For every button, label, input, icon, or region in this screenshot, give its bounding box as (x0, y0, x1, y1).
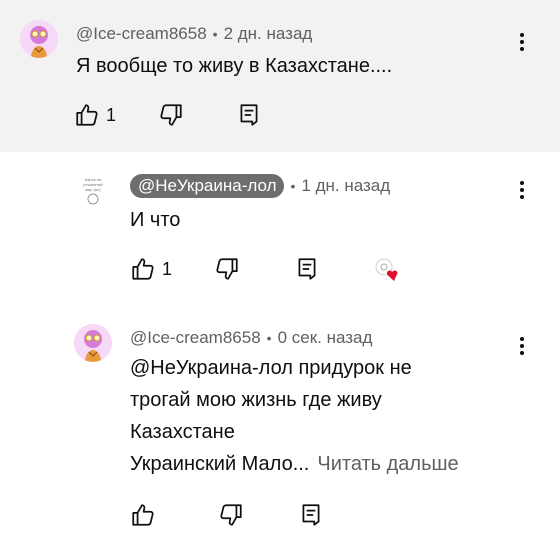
user-avatar[interactable] (20, 20, 58, 58)
creator-heart-badge (374, 256, 404, 286)
comment-meta: @НеУкраина-лол • 1 дн. назад (130, 174, 390, 198)
reply-button[interactable] (298, 502, 324, 528)
meta-separator: • (290, 178, 296, 194)
comment-time: 2 дн. назад (223, 24, 313, 43)
reply-item: Карта на решенный мир (не) @НеУкраина-ло… (0, 152, 560, 302)
comment-meta: @Ice-cream8658 • 0 сек. назад (130, 328, 372, 348)
reply-icon (294, 256, 320, 282)
thumbs-up-icon (130, 502, 156, 528)
thumbs-down-icon (158, 102, 184, 128)
comment-text: И что (130, 204, 180, 236)
meta-separator: • (266, 330, 272, 346)
like-count: 1 (162, 258, 173, 279)
reply-button[interactable] (294, 256, 320, 282)
thumbs-up-icon (130, 256, 156, 282)
avatar-text: мир (не) (85, 187, 101, 192)
comment-text-line: @НеУкраина-лол придурок не (130, 357, 412, 379)
comment-text: @НеУкраина-лол придурок не трогай мою жи… (130, 352, 459, 480)
comment-author[interactable]: @Ice-cream8658 (76, 24, 207, 44)
comment-actions: 1 (74, 102, 262, 128)
like-count: 1 (106, 104, 117, 125)
reply-icon (236, 102, 262, 128)
like-button[interactable]: 1 (74, 102, 116, 128)
comment-text-line-last: Украинский Мало... Читать дальше (130, 448, 459, 480)
reply-icon (298, 502, 324, 528)
comment-text-line: Я вообще то живу в Казахстане.... (76, 55, 393, 77)
like-button[interactable] (130, 502, 162, 528)
more-options-button[interactable] (510, 28, 534, 56)
comment-item: @Ice-cream8658 • 2 дн. назад Я вообще то… (0, 0, 560, 152)
dislike-button[interactable] (214, 256, 240, 282)
more-options-button[interactable] (510, 176, 534, 204)
comment-item: @Ice-cream8658 • 0 сек. назад @НеУкраина… (0, 302, 560, 560)
channel-avatar[interactable]: Карта на решенный мир (не) (74, 172, 112, 210)
user-avatar[interactable] (74, 324, 112, 362)
more-vert-icon (520, 181, 524, 185)
thumbs-down-icon (214, 256, 240, 282)
read-more-link[interactable]: Читать дальше (317, 453, 458, 475)
comment-text: Я вообще то живу в Казахстане.... (76, 50, 392, 82)
thumbs-up-icon (74, 102, 100, 128)
comment-actions: 1 (130, 256, 320, 282)
more-vert-icon (520, 337, 524, 341)
more-vert-icon (520, 33, 524, 37)
comment-time: 0 сек. назад (277, 328, 373, 347)
dislike-button[interactable] (218, 502, 244, 528)
meta-separator: • (212, 26, 218, 42)
comment-text-line: Казахстане (130, 421, 235, 443)
like-button[interactable]: 1 (130, 256, 172, 282)
comment-author-chip[interactable]: @НеУкраина-лол (130, 174, 285, 198)
comment-actions (130, 502, 324, 528)
more-options-button[interactable] (510, 332, 534, 360)
comment-time: 1 дн. назад (301, 176, 391, 195)
reply-button[interactable] (236, 102, 262, 128)
comment-text-line: И что (130, 209, 181, 231)
comment-text-line: трогай мою жизнь где живу (130, 389, 382, 411)
dislike-button[interactable] (158, 102, 184, 128)
thumbs-down-icon (218, 502, 244, 528)
comment-author[interactable]: @Ice-cream8658 (130, 328, 261, 348)
comment-meta: @Ice-cream8658 • 2 дн. назад (76, 24, 312, 44)
heart-icon (386, 270, 398, 281)
comment-text-line: Украинский Мало... (130, 453, 310, 475)
